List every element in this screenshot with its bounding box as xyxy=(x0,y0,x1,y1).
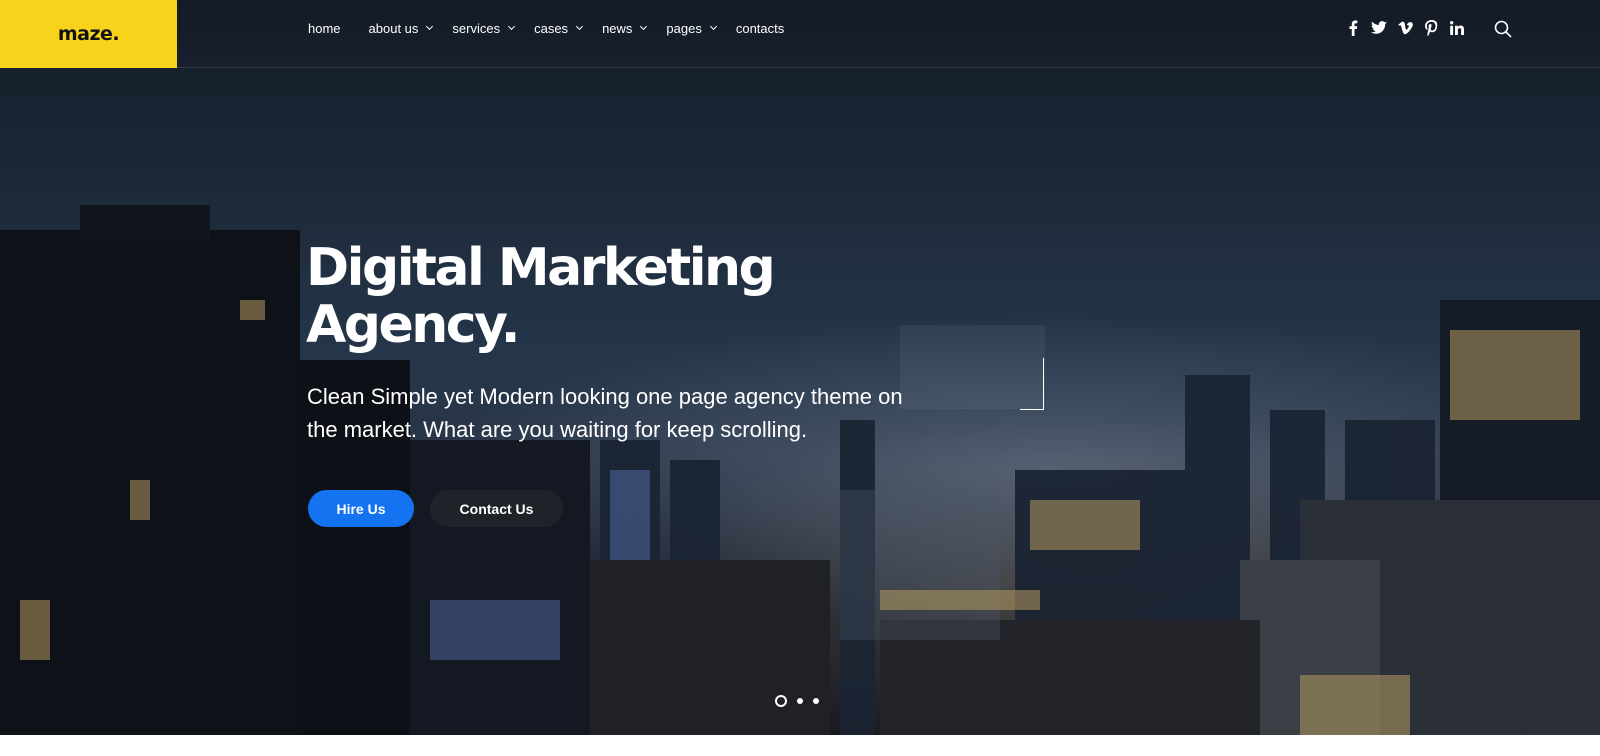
nav-item-label: pages xyxy=(666,20,702,36)
linkedin-icon[interactable] xyxy=(1448,18,1466,38)
chevron-down-icon xyxy=(709,22,717,30)
social-links xyxy=(1344,18,1474,38)
chevron-down-icon xyxy=(508,22,516,30)
main-navigation: home about us services cases news pages … xyxy=(308,18,812,38)
chevron-down-icon xyxy=(576,22,584,30)
facebook-icon[interactable] xyxy=(1344,18,1362,38)
decorative-corner-line xyxy=(1020,358,1044,410)
hero-headline-line-2: Agency. xyxy=(306,295,520,355)
nav-item-label: services xyxy=(452,20,501,36)
slider-pagination xyxy=(775,695,829,707)
nav-item-label: news xyxy=(602,20,633,36)
nav-item-about-us[interactable]: about us xyxy=(368,20,434,36)
nav-item-services[interactable]: services xyxy=(452,20,516,36)
nav-item-label: cases xyxy=(534,20,569,36)
hero-headline: Digital Marketing Agency. xyxy=(306,238,776,355)
nav-item-pages[interactable]: pages xyxy=(666,20,717,36)
logo-text: maze. xyxy=(57,23,120,45)
nav-item-news[interactable]: news xyxy=(602,20,648,36)
nav-item-label: home xyxy=(308,20,341,36)
site-header: maze. home about us services cases news … xyxy=(0,0,1600,68)
hero-subtext: Clean Simple yet Modern looking one page… xyxy=(307,380,907,446)
chevron-down-icon xyxy=(640,22,648,30)
twitter-icon[interactable] xyxy=(1370,18,1388,38)
hire-us-button[interactable]: Hire Us xyxy=(308,490,414,527)
nav-item-contacts[interactable]: contacts xyxy=(736,21,784,36)
pinterest-icon[interactable] xyxy=(1422,18,1440,38)
hero-subtext-line-1: Clean Simple yet Modern looking one page… xyxy=(307,384,903,409)
hero-headline-line-1: Digital Marketing xyxy=(306,238,776,298)
hero-section xyxy=(0,0,1600,735)
slider-dot-2[interactable] xyxy=(797,698,803,704)
nav-item-label: about us xyxy=(368,20,419,36)
search-icon[interactable] xyxy=(1494,20,1514,40)
logo[interactable]: maze. xyxy=(0,0,177,68)
chevron-down-icon xyxy=(426,22,434,30)
vimeo-icon[interactable] xyxy=(1396,18,1414,38)
hero-subtext-line-2: the market. What are you waiting for kee… xyxy=(307,417,808,442)
nav-item-label: contacts xyxy=(735,20,785,36)
slider-dot-3[interactable] xyxy=(813,698,819,704)
nav-item-home[interactable]: home xyxy=(308,21,341,36)
contact-us-button[interactable]: Contact Us xyxy=(430,490,563,527)
slider-dot-1[interactable] xyxy=(775,695,787,707)
city-skyline-background xyxy=(0,205,1600,735)
nav-item-cases[interactable]: cases xyxy=(534,20,584,36)
